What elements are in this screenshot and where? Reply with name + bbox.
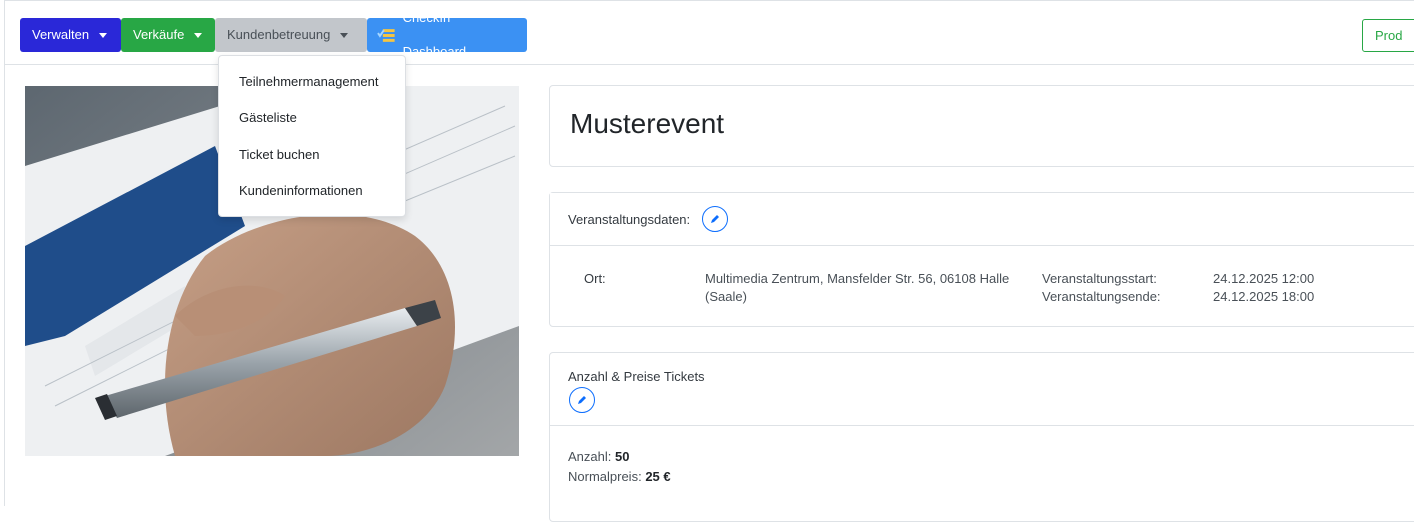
end-value: 24.12.2025 18:00: [1213, 289, 1315, 304]
menu-item-kundeninformationen[interactable]: Kundeninformationen: [239, 183, 363, 198]
menu-item-teilnehmermanagement[interactable]: Teilnehmermanagement: [239, 74, 378, 89]
tickets-header: Anzahl & Preise Tickets: [550, 353, 1414, 426]
verwalten-label: Verwalten: [32, 27, 90, 42]
event-title: Musterevent: [570, 108, 725, 139]
caret-down-icon: [340, 32, 349, 38]
edit-tickets-button[interactable]: [569, 387, 595, 413]
prod-button[interactable]: Prod: [1362, 19, 1414, 52]
ort-value-line1: Multimedia Zentrum, Mansfelder Str. 56, …: [705, 271, 1010, 286]
menu-item-ticket-buchen[interactable]: Ticket buchen: [239, 147, 319, 162]
caret-down-icon: [194, 32, 203, 38]
start-value: 24.12.2025 12:00: [1213, 271, 1315, 286]
ort-value-line2: (Saale): [705, 289, 747, 304]
checkin-icon: [377, 29, 395, 42]
tickets-heading: Anzahl & Preise Tickets: [568, 369, 705, 384]
kundenbetreuung-dropdown-menu: Teilnehmermanagement Gästeliste Ticket b…: [218, 55, 406, 217]
verkaeufe-dropdown-button[interactable]: Verkäufe: [121, 18, 215, 52]
normalpreis-row: Normalpreis: 25 €: [568, 468, 671, 486]
pencil-icon: [711, 215, 719, 223]
pencil-icon: [578, 396, 586, 404]
anzahl-row: Anzahl: 50: [568, 448, 629, 466]
veranstaltungsdaten-header: Veranstaltungsdaten:: [550, 193, 1414, 246]
veranstaltungsdaten-card: Veranstaltungsdaten: Ort: Multimedia Zen…: [549, 192, 1414, 327]
tickets-card: Anzahl & Preise Tickets Anzahl: 50 Norma…: [549, 352, 1414, 522]
prod-label: Prod: [1375, 28, 1403, 43]
normalpreis-label: Normalpreis:: [568, 469, 642, 484]
edit-veranstaltungsdaten-button[interactable]: [702, 206, 728, 232]
veranstaltungsdaten-heading: Veranstaltungsdaten:: [568, 212, 691, 227]
verwalten-dropdown-button[interactable]: Verwalten: [20, 18, 121, 52]
kundenbetreuung-label: Kundenbetreuung: [227, 27, 331, 42]
event-title-card: Musterevent: [549, 85, 1414, 167]
menu-item-gaesteliste[interactable]: Gästeliste: [239, 110, 297, 125]
start-label: Veranstaltungsstart:: [1042, 271, 1157, 286]
caret-down-icon: [99, 32, 108, 38]
kundenbetreuung-dropdown-button[interactable]: Kundenbetreuung: [215, 18, 367, 52]
verkaeufe-label: Verkäufe: [133, 27, 185, 42]
checkin-dashboard-button[interactable]: CheckIn Dashboard: [367, 10, 527, 59]
end-label: Veranstaltungsende:: [1042, 289, 1161, 304]
normalpreis-value: 25 €: [645, 469, 671, 484]
checkin-label: CheckIn Dashboard: [402, 10, 467, 59]
ort-label: Ort:: [584, 271, 606, 286]
anzahl-value: 50: [615, 449, 630, 464]
anzahl-label: Anzahl:: [568, 449, 612, 464]
